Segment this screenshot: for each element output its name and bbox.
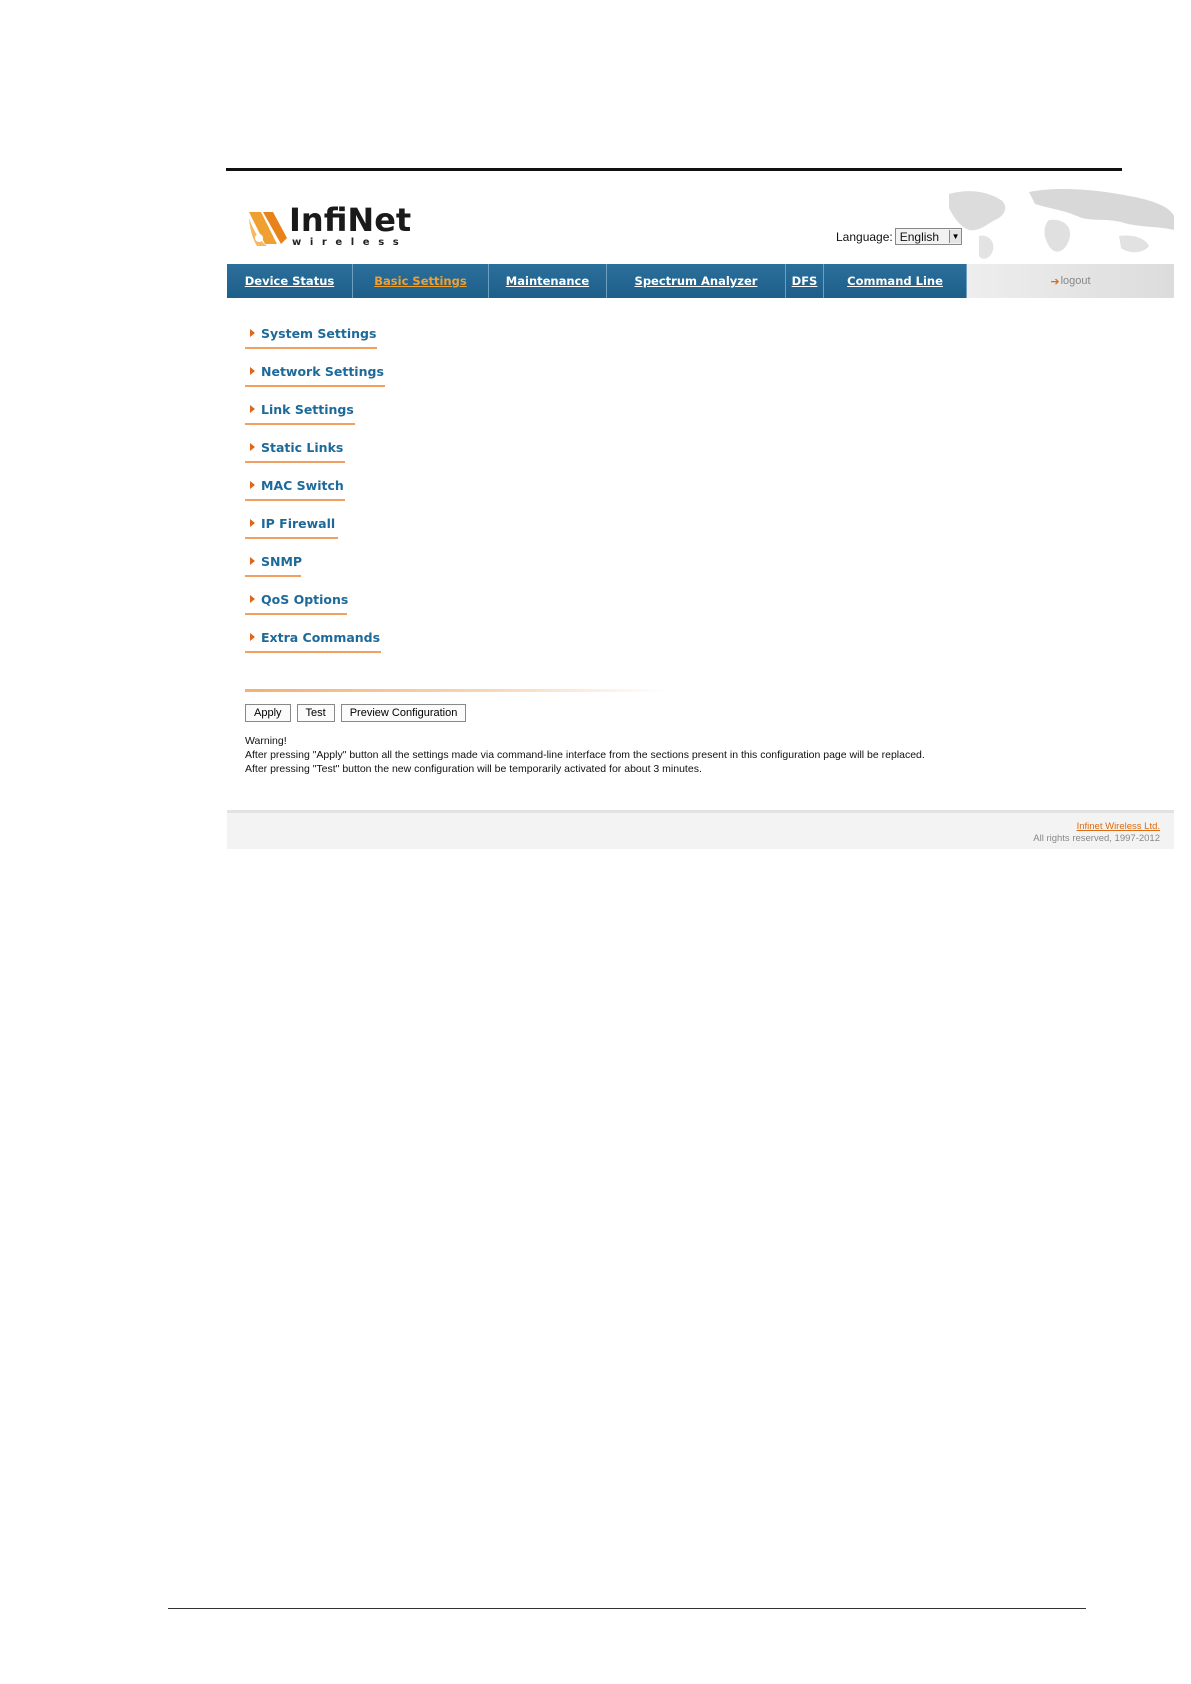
- menu-underline: [245, 499, 345, 501]
- menu-item-snmp[interactable]: SNMP: [245, 550, 384, 588]
- web-interface-screenshot: InfiNet wireless Language: English ▼ Dev…: [227, 186, 1174, 849]
- menu-item-network-settings[interactable]: Network Settings: [245, 360, 385, 398]
- nav-tab-spectrum-analyzer[interactable]: Spectrum Analyzer: [607, 264, 786, 298]
- page-bottom-rule: [168, 1608, 1086, 1609]
- menu-item-static-links[interactable]: Static Links: [245, 436, 384, 474]
- menu-item-link-settings[interactable]: Link Settings: [245, 398, 384, 436]
- language-dropdown[interactable]: English ▼: [894, 228, 963, 245]
- world-map-background: [949, 189, 1174, 259]
- menu-item-label[interactable]: MAC Switch: [261, 478, 344, 493]
- language-label: Language:: [836, 229, 893, 244]
- menu-underline: [245, 385, 385, 387]
- arrow-right-icon: [250, 405, 255, 413]
- warning-title: Warning!: [245, 735, 287, 747]
- logout-label: logout: [1060, 275, 1091, 287]
- menu-item-label[interactable]: Static Links: [261, 440, 343, 455]
- language-value: English: [899, 229, 940, 244]
- logo-mark-icon: [249, 212, 287, 246]
- menu-item-mac-switch[interactable]: MAC Switch: [245, 474, 384, 512]
- section-divider: [245, 689, 665, 692]
- language-selector: Language: English ▼: [836, 228, 963, 245]
- menu-item-system-settings[interactable]: System Settings: [245, 322, 384, 360]
- menu-underline: [245, 537, 338, 539]
- arrow-right-icon: [250, 443, 255, 451]
- menu-item-label[interactable]: QoS Options: [261, 592, 348, 607]
- arrow-right-icon: [250, 557, 255, 565]
- arrow-right-icon: [250, 633, 255, 641]
- dropdown-arrow-icon[interactable]: ▼: [949, 230, 962, 243]
- menu-underline: [245, 461, 345, 463]
- nav-tab-command-line[interactable]: Command Line: [824, 264, 967, 298]
- menu-underline: [245, 613, 347, 615]
- infinet-logo: InfiNet wireless: [247, 201, 417, 254]
- logo-wordmark: InfiNet: [289, 201, 412, 239]
- arrow-right-icon: [250, 595, 255, 603]
- menu-item-label[interactable]: System Settings: [261, 326, 376, 341]
- menu-item-label[interactable]: IP Firewall: [261, 516, 335, 531]
- header: InfiNet wireless Language: English ▼: [227, 186, 1174, 264]
- nav-tab-basic-settings[interactable]: Basic Settings: [353, 264, 489, 298]
- nav-tab-dfs[interactable]: DFS: [786, 264, 824, 298]
- menu-item-extra-commands[interactable]: Extra Commands: [245, 626, 384, 664]
- preview-configuration-button[interactable]: Preview Configuration: [340, 704, 467, 722]
- arrow-right-icon: [250, 481, 255, 489]
- menu-item-label[interactable]: Link Settings: [261, 402, 354, 417]
- warning-message: Warning! After pressing "Apply" button a…: [245, 734, 925, 776]
- warning-line-apply: After pressing "Apply" button all the se…: [245, 749, 925, 761]
- menu-underline: [245, 575, 301, 577]
- footer: Infinet Wireless Ltd. All rights reserve…: [227, 810, 1174, 849]
- nav-tab-device-status[interactable]: Device Status: [227, 264, 353, 298]
- test-button[interactable]: Test: [296, 704, 335, 722]
- menu-underline: [245, 423, 355, 425]
- logout-arrow-icon: ➔: [1050, 275, 1060, 288]
- warning-line-test: After pressing "Test" button the new con…: [245, 763, 702, 775]
- arrow-right-icon: [250, 519, 255, 527]
- main-navigation: Device Status Basic Settings Maintenance…: [227, 264, 1174, 298]
- nav-tab-maintenance[interactable]: Maintenance: [489, 264, 607, 298]
- action-buttons: Apply Test Preview Configuration: [245, 704, 467, 722]
- menu-underline: [245, 651, 381, 653]
- menu-item-qos-options[interactable]: QoS Options: [245, 588, 384, 626]
- arrow-right-icon: [250, 329, 255, 337]
- settings-menu: System Settings Network Settings Link Se…: [245, 322, 385, 664]
- menu-underline: [245, 347, 377, 349]
- copyright-text: All rights reserved, 1997-2012: [1033, 833, 1160, 844]
- page-top-rule: [226, 168, 1122, 171]
- arrow-right-icon: [250, 367, 255, 375]
- apply-button[interactable]: Apply: [245, 704, 291, 722]
- company-link[interactable]: Infinet Wireless Ltd.: [1077, 821, 1160, 832]
- menu-item-label[interactable]: Extra Commands: [261, 630, 380, 645]
- logout-link[interactable]: ➔ logout: [967, 264, 1174, 298]
- logo-tagline: wireless: [292, 237, 408, 248]
- menu-item-ip-firewall[interactable]: IP Firewall: [245, 512, 384, 550]
- menu-item-label[interactable]: Network Settings: [261, 364, 384, 379]
- menu-item-label[interactable]: SNMP: [261, 554, 302, 569]
